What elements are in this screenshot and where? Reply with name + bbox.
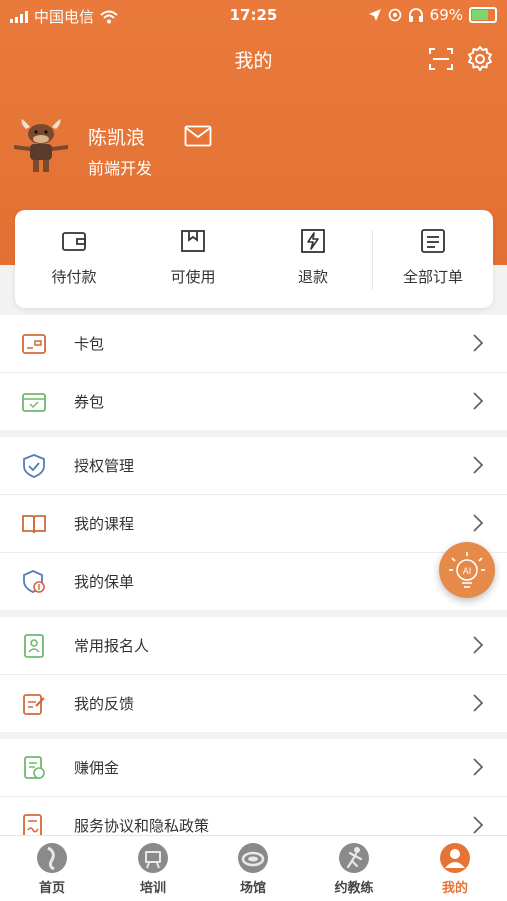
- order-label: 退款: [297, 268, 328, 286]
- menu-item-my-courses[interactable]: 我的课程: [0, 495, 507, 553]
- training-tab-icon: [138, 843, 168, 873]
- shield-check-icon: [23, 454, 45, 478]
- tab-label: 约教练: [334, 881, 374, 896]
- menu-item-my-feedback[interactable]: 我的反馈: [0, 675, 507, 732]
- divider: [372, 230, 373, 290]
- menu-item-label: 常用报名人: [74, 637, 150, 655]
- profile-tab-icon: [440, 843, 470, 873]
- box-icon: [181, 230, 205, 252]
- user-profile[interactable]: 陈凯浪 前端开发: [10, 115, 490, 185]
- order-label: 全部订单: [402, 268, 463, 286]
- ai-bulb-icon: AI: [449, 552, 485, 588]
- coupon-icon: [22, 393, 46, 412]
- user-role: 前端开发: [88, 159, 153, 178]
- order-pending-payment[interactable]: 待付款: [19, 228, 129, 298]
- tab-home[interactable]: 首页: [7, 842, 97, 896]
- venue-tab-icon: [238, 843, 268, 873]
- tab-profile[interactable]: 我的: [410, 842, 500, 896]
- menu-group-wallet: 卡包 券包: [0, 315, 507, 430]
- chevron-right-icon: [473, 392, 484, 410]
- menu-group-personal: 常用报名人 我的反馈: [0, 617, 507, 732]
- chevron-right-icon: [473, 816, 484, 834]
- order-all[interactable]: 全部订单: [378, 228, 488, 298]
- menu-item-coupon-wallet[interactable]: 券包: [0, 373, 507, 430]
- book-icon: [22, 515, 46, 534]
- coach-tab-icon: [339, 843, 369, 873]
- bottom-tab-bar: 首页 培训 场馆 约教练 我的: [0, 835, 507, 901]
- home-tab-icon: [37, 843, 67, 873]
- orders-card: 待付款 可使用 退款 全部订单: [15, 210, 493, 308]
- headphones-icon: [408, 8, 423, 22]
- menu-item-label: 券包: [74, 393, 105, 411]
- order-refund[interactable]: 退款: [258, 228, 368, 298]
- menu-item-label: 我的保单: [74, 573, 135, 591]
- chevron-right-icon: [473, 334, 484, 352]
- chevron-right-icon: [473, 636, 484, 654]
- gear-icon[interactable]: [466, 45, 494, 73]
- chevron-right-icon: [473, 456, 484, 474]
- tab-label: 培训: [139, 881, 166, 896]
- menu-item-authorization[interactable]: 授权管理: [0, 437, 507, 495]
- menu-item-label: 服务协议和隐私政策: [74, 817, 210, 835]
- chevron-right-icon: [473, 758, 484, 776]
- menu-item-my-policy[interactable]: 我的保单: [0, 553, 507, 610]
- menu-item-earn-commission[interactable]: 赚佣金: [0, 739, 507, 797]
- chevron-right-icon: [473, 514, 484, 532]
- tab-label: 场馆: [239, 881, 266, 896]
- lightning-icon: [301, 229, 325, 253]
- menu-item-label: 我的课程: [74, 515, 135, 533]
- menu-item-frequent-registrants[interactable]: 常用报名人: [0, 617, 507, 675]
- battery-icon: [469, 7, 497, 23]
- card-icon: [22, 334, 46, 354]
- tab-label: 我的: [441, 881, 468, 896]
- edit-icon: [23, 694, 45, 715]
- order-label: 可使用: [170, 268, 216, 286]
- scan-icon[interactable]: [427, 45, 455, 73]
- insurance-icon: [23, 570, 45, 593]
- ai-assistant-button[interactable]: AI: [439, 542, 495, 598]
- location-icon: [368, 9, 381, 21]
- order-list-icon: [421, 229, 445, 253]
- lock-rotation-icon: [388, 8, 401, 22]
- tab-label: 首页: [38, 881, 65, 896]
- tab-coach[interactable]: 约教练: [309, 842, 399, 896]
- menu-group-account: 授权管理 我的课程 我的保单: [0, 437, 507, 610]
- menu-item-label: 授权管理: [74, 457, 135, 475]
- document-coin-icon: [24, 756, 45, 779]
- menu-item-label: 卡包: [74, 335, 105, 353]
- avatar[interactable]: [10, 115, 72, 177]
- order-available[interactable]: 可使用: [138, 228, 248, 298]
- mail-icon[interactable]: [184, 125, 212, 147]
- menu-item-label: 我的反馈: [74, 695, 135, 713]
- user-name: 陈凯浪: [88, 127, 146, 149]
- order-label: 待付款: [51, 268, 97, 286]
- tab-training[interactable]: 培训: [108, 842, 198, 896]
- wallet-icon: [62, 232, 86, 251]
- menu-item-card-wallet[interactable]: 卡包: [0, 315, 507, 373]
- battery-percent: 69%: [429, 6, 463, 24]
- chevron-right-icon: [473, 694, 484, 712]
- status-bar: 中国电信 17:25 69%: [0, 0, 507, 30]
- tab-venue[interactable]: 场馆: [208, 842, 298, 896]
- menu-item-label: 赚佣金: [74, 759, 120, 777]
- ai-label: AI: [463, 566, 472, 576]
- title-bar: 我的: [0, 40, 507, 80]
- contact-card-icon: [24, 634, 44, 658]
